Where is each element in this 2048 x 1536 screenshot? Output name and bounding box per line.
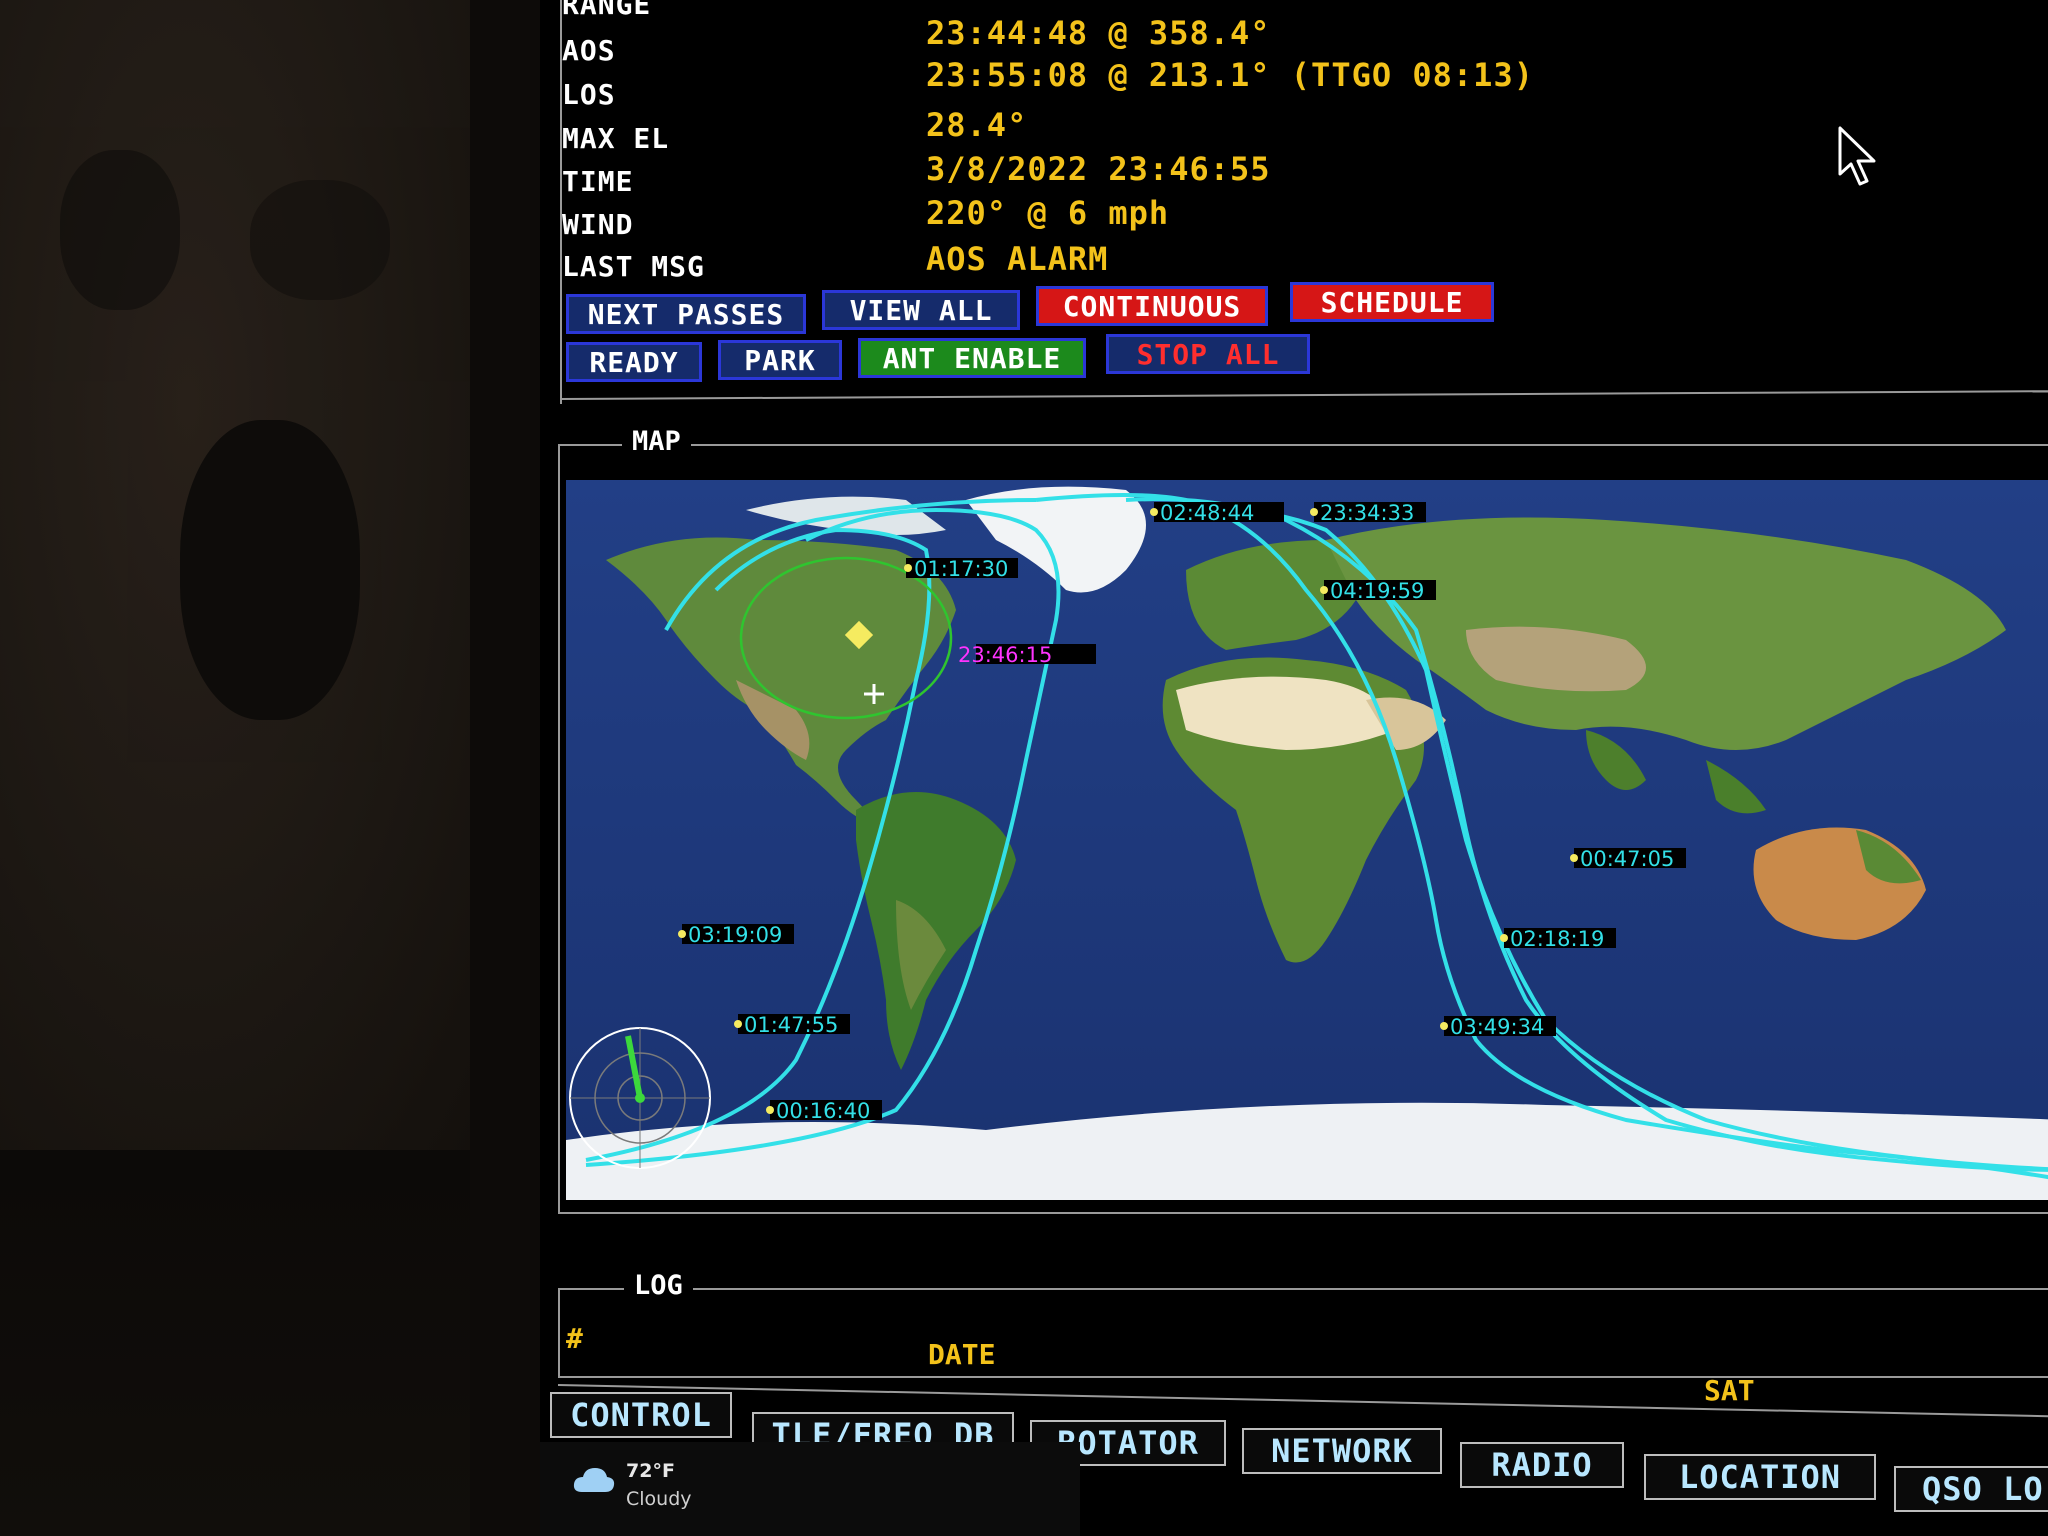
status-label-last-msg: LAST MSG — [562, 250, 705, 283]
track-label: 23:34:33 — [1320, 501, 1414, 525]
status-frame-left — [560, 0, 562, 404]
track-label: 00:47:05 — [1580, 847, 1674, 871]
track-label: 02:18:19 — [1510, 927, 1604, 951]
mouse-cursor-icon — [1838, 126, 1876, 186]
weather-condition: Cloudy — [626, 1488, 692, 1510]
schedule-button[interactable]: SCHEDULE — [1290, 282, 1494, 322]
track-label: 00:16:40 — [776, 1099, 870, 1123]
tracker-screen: RANGE AOS 23:44:48 @ 358.4° LOS 23:55:08… — [540, 0, 2048, 1536]
track-label: 03:19:09 — [688, 923, 782, 947]
status-value-max-el: 28.4° — [926, 106, 1028, 144]
track-label: 02:48:44 — [1160, 501, 1254, 525]
status-value-time: 3/8/2022 23:46:55 — [926, 150, 1271, 188]
tab-radio[interactable]: RADIO — [1460, 1442, 1624, 1488]
track-label: 04:19:59 — [1330, 579, 1424, 603]
monitor-bezel — [470, 0, 540, 1536]
park-button[interactable]: PARK — [718, 340, 842, 380]
world-map-canvas: 02:48:44 23:34:33 01:17:30 04:19:59 23:4… — [566, 480, 2048, 1200]
world-map[interactable]: 02:48:44 23:34:33 01:17:30 04:19:59 23:4… — [566, 480, 2048, 1200]
taskbar — [540, 1442, 1080, 1536]
map-panel-title: MAP — [622, 426, 691, 457]
log-column-sat: SAT — [1704, 1374, 1755, 1407]
status-label-aos: AOS — [562, 34, 616, 67]
next-passes-button[interactable]: NEXT PASSES — [566, 294, 806, 334]
status-frame-bottom — [559, 390, 2048, 400]
log-panel — [558, 1288, 2048, 1378]
status-value-los: 23:55:08 @ 213.1° (TTGO 08:13) — [926, 56, 1534, 94]
status-value-last-msg: AOS ALARM — [926, 240, 1109, 278]
tab-qso-log[interactable]: QSO LO — [1894, 1466, 2048, 1512]
track-label: 01:17:30 — [914, 557, 1008, 581]
status-label-range: RANGE — [562, 0, 652, 21]
track-label: 01:47:55 — [744, 1013, 838, 1037]
cloud-icon — [573, 1468, 615, 1492]
continuous-button[interactable]: CONTINUOUS — [1036, 286, 1268, 326]
view-all-button[interactable]: VIEW ALL — [822, 290, 1020, 330]
weather-temperature: 72°F — [626, 1460, 675, 1482]
log-panel-title: LOG — [624, 1270, 693, 1301]
tab-location[interactable]: LOCATION — [1644, 1454, 1876, 1500]
current-time-label: 23:46:15 — [958, 643, 1052, 667]
stop-all-button[interactable]: STOP ALL — [1106, 334, 1310, 374]
status-label-max-el: MAX EL — [562, 122, 670, 155]
status-value-wind: 220° @ 6 mph — [926, 194, 1170, 232]
log-column-number: # — [566, 1322, 583, 1355]
tab-network[interactable]: NETWORK — [1242, 1428, 1442, 1474]
wall-map-poster — [0, 0, 470, 1150]
track-label: 03:49:34 — [1450, 1015, 1544, 1039]
tab-control[interactable]: CONTROL — [550, 1392, 732, 1438]
room-background — [0, 0, 540, 1536]
rotator-polar-plot-icon — [569, 1027, 711, 1169]
status-value-aos: 23:44:48 @ 358.4° — [926, 14, 1271, 52]
status-label-time: TIME — [562, 165, 634, 198]
ant-enable-button[interactable]: ANT ENABLE — [858, 338, 1086, 378]
log-column-date: DATE — [928, 1338, 996, 1371]
ready-button[interactable]: READY — [566, 342, 702, 382]
status-label-los: LOS — [562, 78, 616, 111]
status-label-wind: WIND — [562, 208, 634, 241]
